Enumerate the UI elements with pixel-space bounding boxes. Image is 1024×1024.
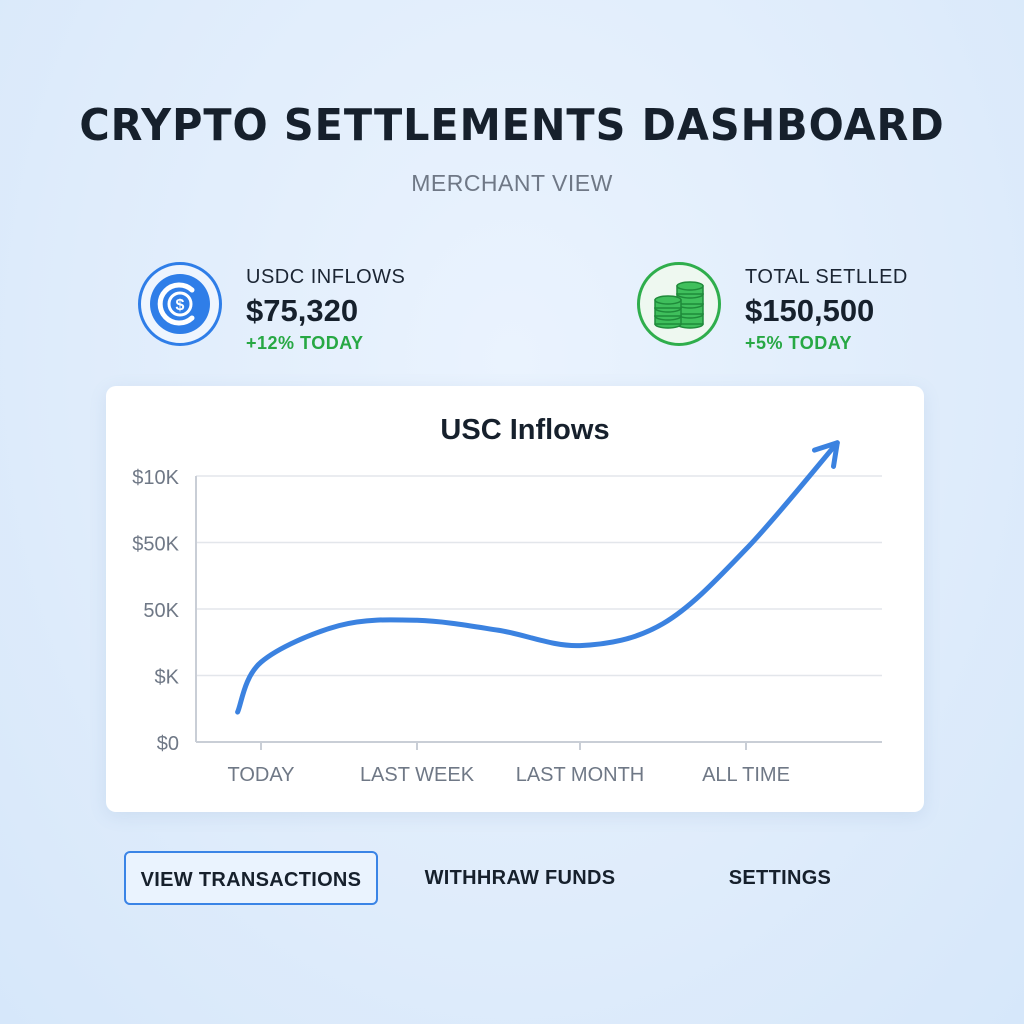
y-tick-label: $K bbox=[155, 667, 180, 689]
y-tick-label: $0 bbox=[157, 733, 179, 755]
x-tick-label: ALL TIME bbox=[702, 764, 790, 786]
y-tick-label: $50K bbox=[132, 534, 179, 556]
x-tick-label: TODAY bbox=[227, 764, 294, 786]
y-tick-label: 50K bbox=[143, 600, 179, 622]
withdraw-funds-button[interactable]: WITHHRAW FUNDS bbox=[410, 851, 630, 905]
settings-button[interactable]: SETTINGS bbox=[690, 851, 870, 905]
series-line bbox=[235, 440, 840, 715]
y-tick-label: $10K bbox=[132, 467, 179, 489]
view-transactions-button[interactable]: VIEW TRANSACTIONS bbox=[124, 851, 378, 905]
x-tick-label: LAST MONTH bbox=[516, 764, 645, 786]
x-tick-label: LAST WEEK bbox=[360, 764, 475, 786]
